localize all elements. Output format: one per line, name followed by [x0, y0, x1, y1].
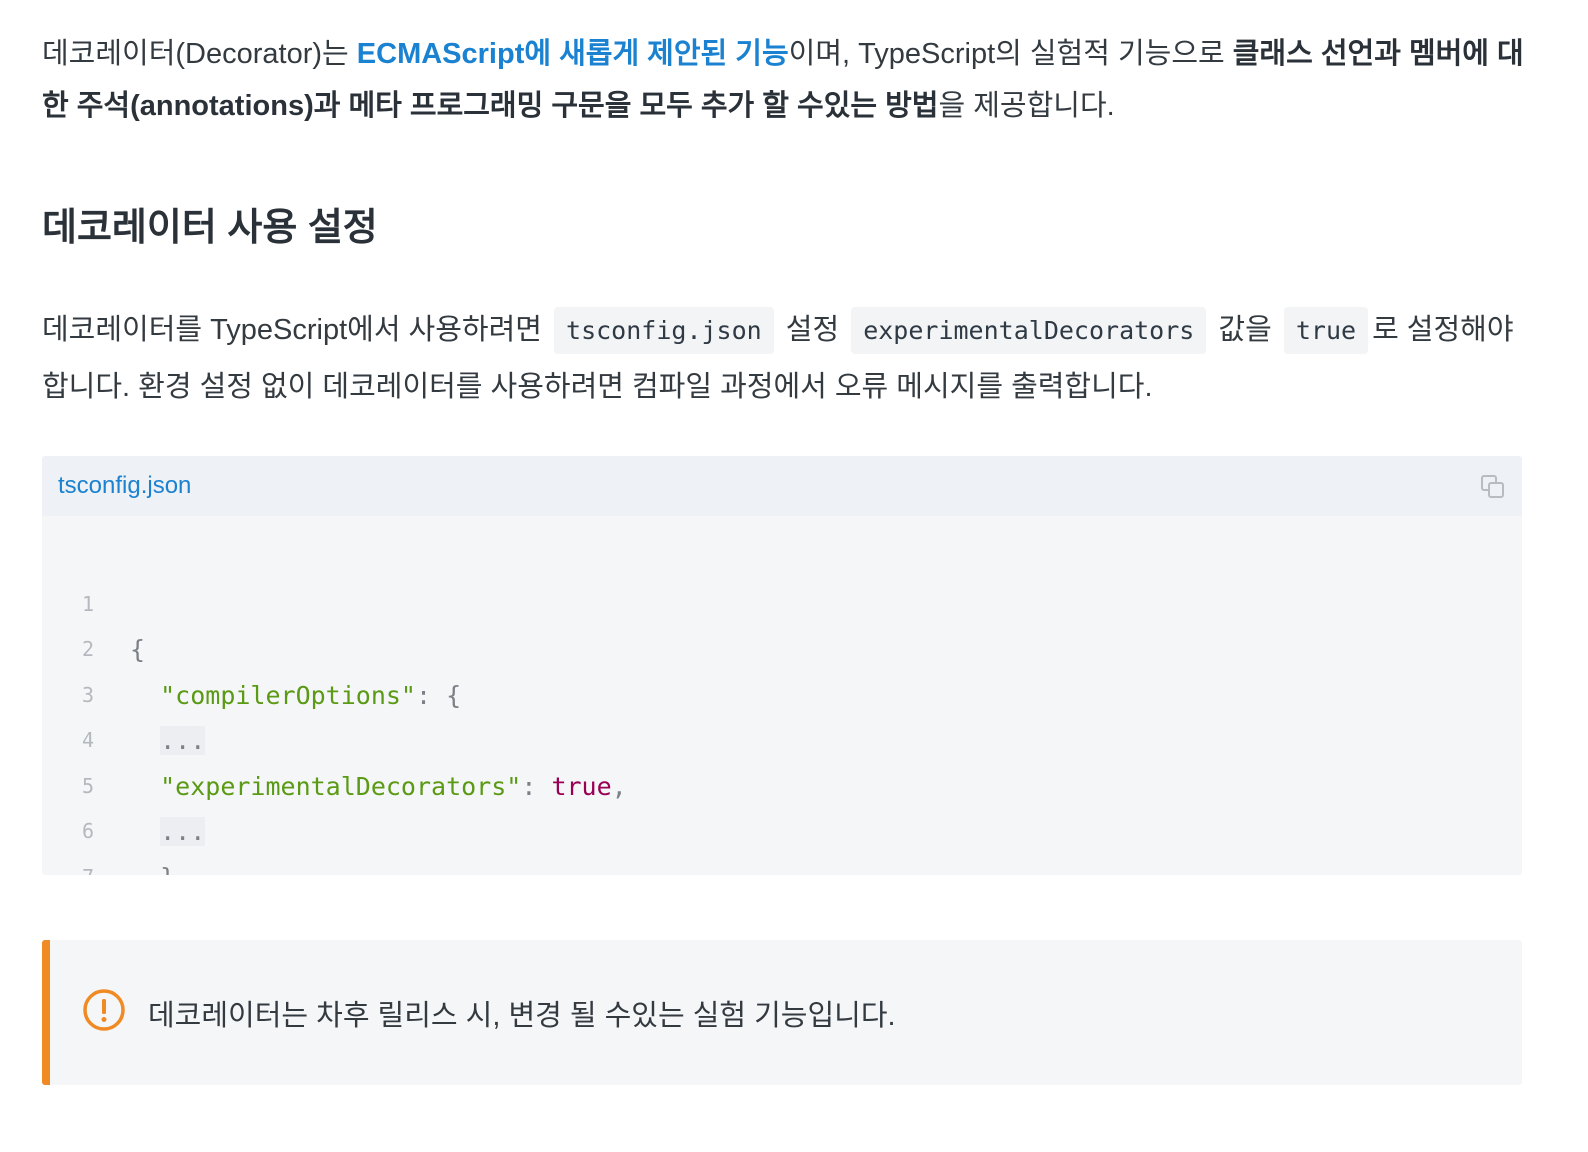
inline-code-true: true [1283, 307, 1369, 354]
line-number: 7 [82, 855, 98, 876]
callout-accent-bar [42, 940, 50, 1085]
code-line: 4 "experimentalDecorators": true, [42, 673, 1522, 801]
setup-text-3: 값을 [1218, 314, 1272, 346]
intro-text-1: 데코레이터(Decorator)는 [42, 38, 357, 70]
ecmascript-proposal-link[interactable]: ECMAScript에 새롭게 제안된 기능 [357, 38, 789, 70]
setup-text-1: 데코레이터를 TypeScript에서 사용하려면 [42, 314, 542, 346]
setup-text-2: 설정 [785, 314, 840, 346]
code-block-header: tsconfig.json [42, 456, 1522, 516]
callout-text: 데코레이터는 차후 릴리스 시, 변경 될 수있는 실험 기능입니다. [148, 1000, 896, 1032]
code-line: 5 ... [42, 718, 1522, 846]
warning-icon [82, 988, 126, 1032]
code-filename: tsconfig.json [58, 472, 192, 499]
intro-text-3: 을 제공합니다. [938, 90, 1115, 122]
setup-paragraph: 데코레이터를 TypeScript에서 사용하려면 tsconfig.json … [42, 302, 1532, 415]
code-lines: 1 { 2 "compilerOptions": { 3 ... 4 "expe… [42, 536, 1522, 876]
code-line: 2 "compilerOptions": { [42, 582, 1522, 710]
code-line: 7 } [42, 809, 1522, 876]
code-block: tsconfig.json 1 { 2 "compilerOptions": {… [42, 456, 1522, 875]
intro-paragraph: 데코레이터(Decorator)는 ECMAScript에 새롭게 제안된 기능… [42, 28, 1532, 132]
copy-icon[interactable] [1480, 474, 1506, 500]
section-heading: 데코레이터 사용 설정 [42, 207, 378, 249]
warning-callout: 데코레이터는 차후 릴리스 시, 변경 될 수있는 실험 기능입니다. [42, 940, 1522, 1085]
code-line: 1 { [42, 536, 1522, 665]
page: 데코레이터(Decorator)는 ECMAScript에 새롭게 제안된 기능… [0, 0, 1588, 1152]
inline-code-experimental-decorators: experimentalDecorators [851, 307, 1207, 354]
inline-code-tsconfig: tsconfig.json [554, 307, 774, 354]
code-line: 3 ... [42, 627, 1522, 755]
code-line: 6 } [42, 764, 1522, 875]
intro-text-2: 이며, TypeScript의 실험적 기능으로 [788, 38, 1233, 70]
